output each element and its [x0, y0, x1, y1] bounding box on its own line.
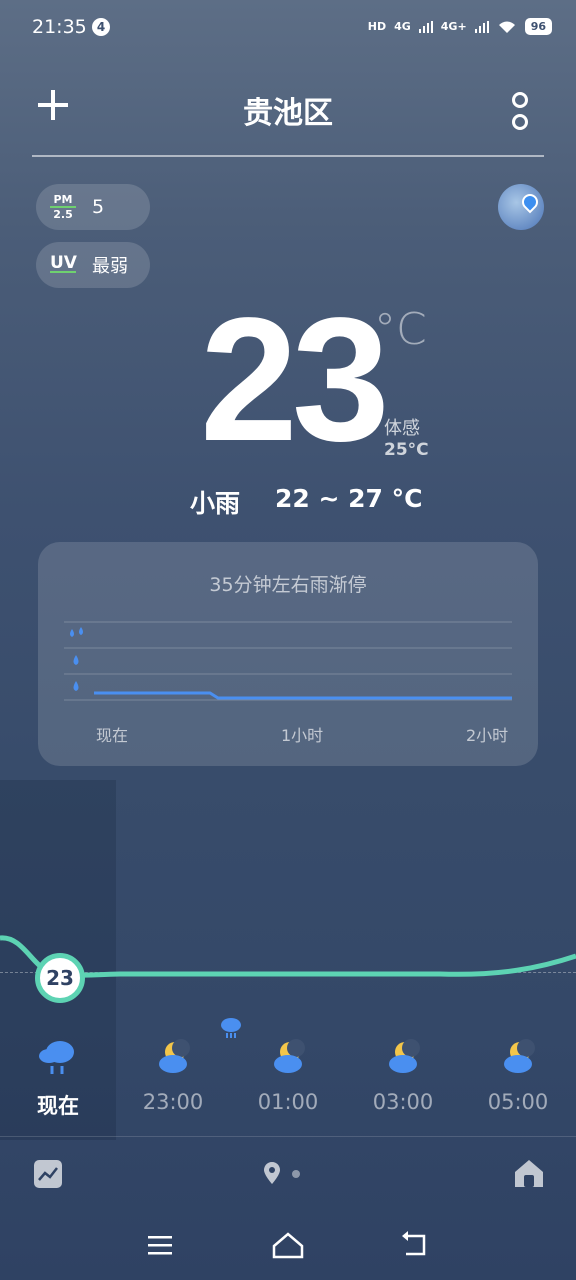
temperature-curve	[0, 935, 576, 978]
now-temperature-bubble: 23	[35, 953, 85, 1003]
precip-x-label-now: 现在	[96, 726, 129, 745]
weather-condition: 小雨	[190, 489, 241, 518]
temperature-range: 22 ~ 27 °C	[275, 484, 423, 513]
precip-x-label-2h: 2小时	[466, 726, 509, 745]
header-divider	[32, 155, 544, 157]
trend-button[interactable]	[34, 1160, 62, 1188]
moon-cloud-icon	[389, 1039, 420, 1073]
pm-label-top: PM	[53, 193, 73, 206]
trend-chart-icon	[38, 1167, 58, 1181]
precip-x-label-1h: 1小时	[281, 726, 324, 745]
bottom-divider	[0, 1136, 576, 1137]
uv-chip[interactable]: UV 最弱	[36, 242, 150, 288]
uv-value: 最弱	[92, 256, 128, 277]
pm25-chip[interactable]: PM 2.5 5	[36, 184, 150, 230]
location-indicator-icon	[264, 1162, 280, 1184]
precip-series-line	[94, 691, 512, 700]
more-vertical-icon	[512, 92, 528, 108]
battery-indicator: 96	[524, 18, 552, 35]
moderate-rain-drop-icon	[73, 655, 79, 665]
hourly-item[interactable]: 03:00	[345, 1038, 461, 1114]
notification-count-badge: 4	[92, 18, 110, 36]
feels-like-value: 25°C	[384, 440, 429, 460]
page-indicator-dot	[292, 1170, 300, 1178]
moon-cloud-icon	[274, 1039, 305, 1073]
temperature-unit: °C	[374, 304, 427, 355]
hourly-item[interactable]: 05:00	[460, 1038, 576, 1114]
signal-1-label: 4G	[394, 20, 411, 33]
moon-cloud-icon	[504, 1039, 535, 1073]
precipitation-card[interactable]: 35分钟左右雨渐停 现在 1小时 2小时	[38, 542, 538, 766]
feels-like-label: 体感	[384, 418, 420, 439]
signal-2-label: 4G+	[440, 20, 467, 33]
more-menu-button[interactable]	[512, 92, 530, 136]
signal-bars-icon	[418, 20, 433, 33]
home-nav-icon[interactable]	[270, 1228, 310, 1264]
hourly-label: 01:00	[257, 1090, 319, 1114]
map-location-button[interactable]	[498, 184, 544, 230]
status-bar: 21:35 4 HD 4G 4G+ 96	[0, 12, 576, 44]
moon-cloud-icon	[159, 1039, 190, 1073]
light-rain-drop-icon	[73, 681, 79, 691]
back-nav-icon[interactable]	[398, 1228, 438, 1264]
hourly-item-now[interactable]: 现在	[0, 1038, 116, 1120]
pm25-value: 5	[92, 196, 105, 218]
recent-apps-icon[interactable]	[146, 1228, 186, 1264]
heavy-rain-drops-icon	[70, 627, 83, 637]
pm25-label: PM 2.5	[50, 194, 76, 220]
hourly-label: 03:00	[372, 1090, 434, 1114]
uv-label: UV	[50, 252, 77, 273]
location-pin-icon	[518, 190, 542, 214]
pm-label-bottom: 2.5	[50, 206, 76, 220]
heavy-rain-cloud-icon	[39, 1041, 74, 1074]
hourly-label: 现在	[37, 1094, 79, 1118]
signal-bars-icon-2	[474, 20, 489, 33]
hourly-item[interactable]: 01:00	[230, 1038, 346, 1114]
system-icons: HD 4G 4G+ 96	[368, 18, 552, 35]
home-city-button[interactable]	[512, 1156, 546, 1190]
current-temperature: 23	[200, 282, 390, 478]
hd-icon: HD	[367, 20, 387, 33]
status-time: 21:35	[32, 16, 87, 38]
wifi-icon	[498, 21, 515, 33]
hourly-label: 23:00	[142, 1090, 204, 1114]
hourly-label: 05:00	[487, 1090, 549, 1114]
city-title: 贵池区	[243, 96, 333, 131]
hourly-item[interactable]: 23:00	[115, 1038, 231, 1114]
